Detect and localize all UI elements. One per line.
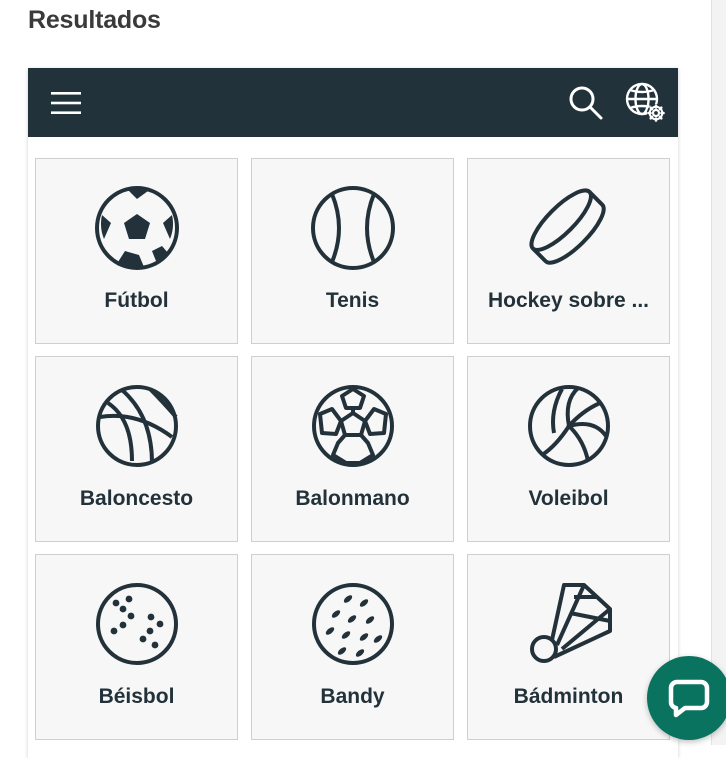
soccer-ball-icon [94, 186, 179, 270]
sport-label: Voleibol [528, 487, 609, 510]
search-button[interactable] [565, 82, 607, 124]
menu-button[interactable] [46, 84, 86, 122]
sport-label: Balonmano [295, 487, 410, 510]
sport-label: Baloncesto [79, 487, 194, 510]
basketball-icon [95, 385, 178, 467]
chat-bubble-icon [668, 679, 710, 718]
shuttlecock-icon [529, 583, 612, 663]
sport-tile-futbol[interactable]: Fútbol [35, 158, 238, 344]
chat-button[interactable] [647, 656, 726, 740]
sport-label: Hockey sobre ... [487, 289, 650, 312]
sport-label: Béisbol [98, 685, 175, 708]
sport-tile-beisbol[interactable]: Béisbol [35, 554, 238, 740]
tennis-ball-icon [310, 186, 395, 270]
sport-tile-baloncesto[interactable]: Baloncesto [35, 356, 238, 542]
sport-tile-tenis[interactable]: Tenis [251, 158, 454, 344]
sport-label: Tenis [325, 289, 380, 312]
page-title: Resultados [28, 6, 161, 34]
sport-tile-voleibol[interactable]: Voleibol [467, 356, 670, 542]
bandy-ball-icon [311, 583, 394, 665]
globe-settings-icon [625, 82, 665, 122]
search-icon [569, 86, 603, 120]
handball-icon [311, 385, 394, 467]
hamburger-menu-icon [51, 92, 81, 114]
sport-label: Fútbol [104, 289, 169, 312]
results-widget: Fútbol Tenis Hockey sobre ... Baloncesto… [28, 68, 678, 758]
baseball-icon [95, 583, 178, 665]
page-scrollbar[interactable] [711, 0, 726, 745]
volleyball-icon [527, 385, 610, 467]
sport-tile-hockey[interactable]: Hockey sobre ... [467, 158, 670, 344]
sport-label: Bandy [320, 685, 385, 708]
sport-tile-badminton[interactable]: Bádminton [467, 554, 670, 740]
sport-label: Bádminton [513, 685, 624, 708]
sport-tile-bandy[interactable]: Bandy [251, 554, 454, 740]
sport-tile-balonmano[interactable]: Balonmano [251, 356, 454, 542]
widget-topbar [28, 68, 678, 137]
hockey-puck-icon [528, 188, 606, 265]
language-settings-button[interactable] [622, 80, 670, 126]
sports-grid: Fútbol Tenis Hockey sobre ... Baloncesto… [35, 158, 670, 740]
